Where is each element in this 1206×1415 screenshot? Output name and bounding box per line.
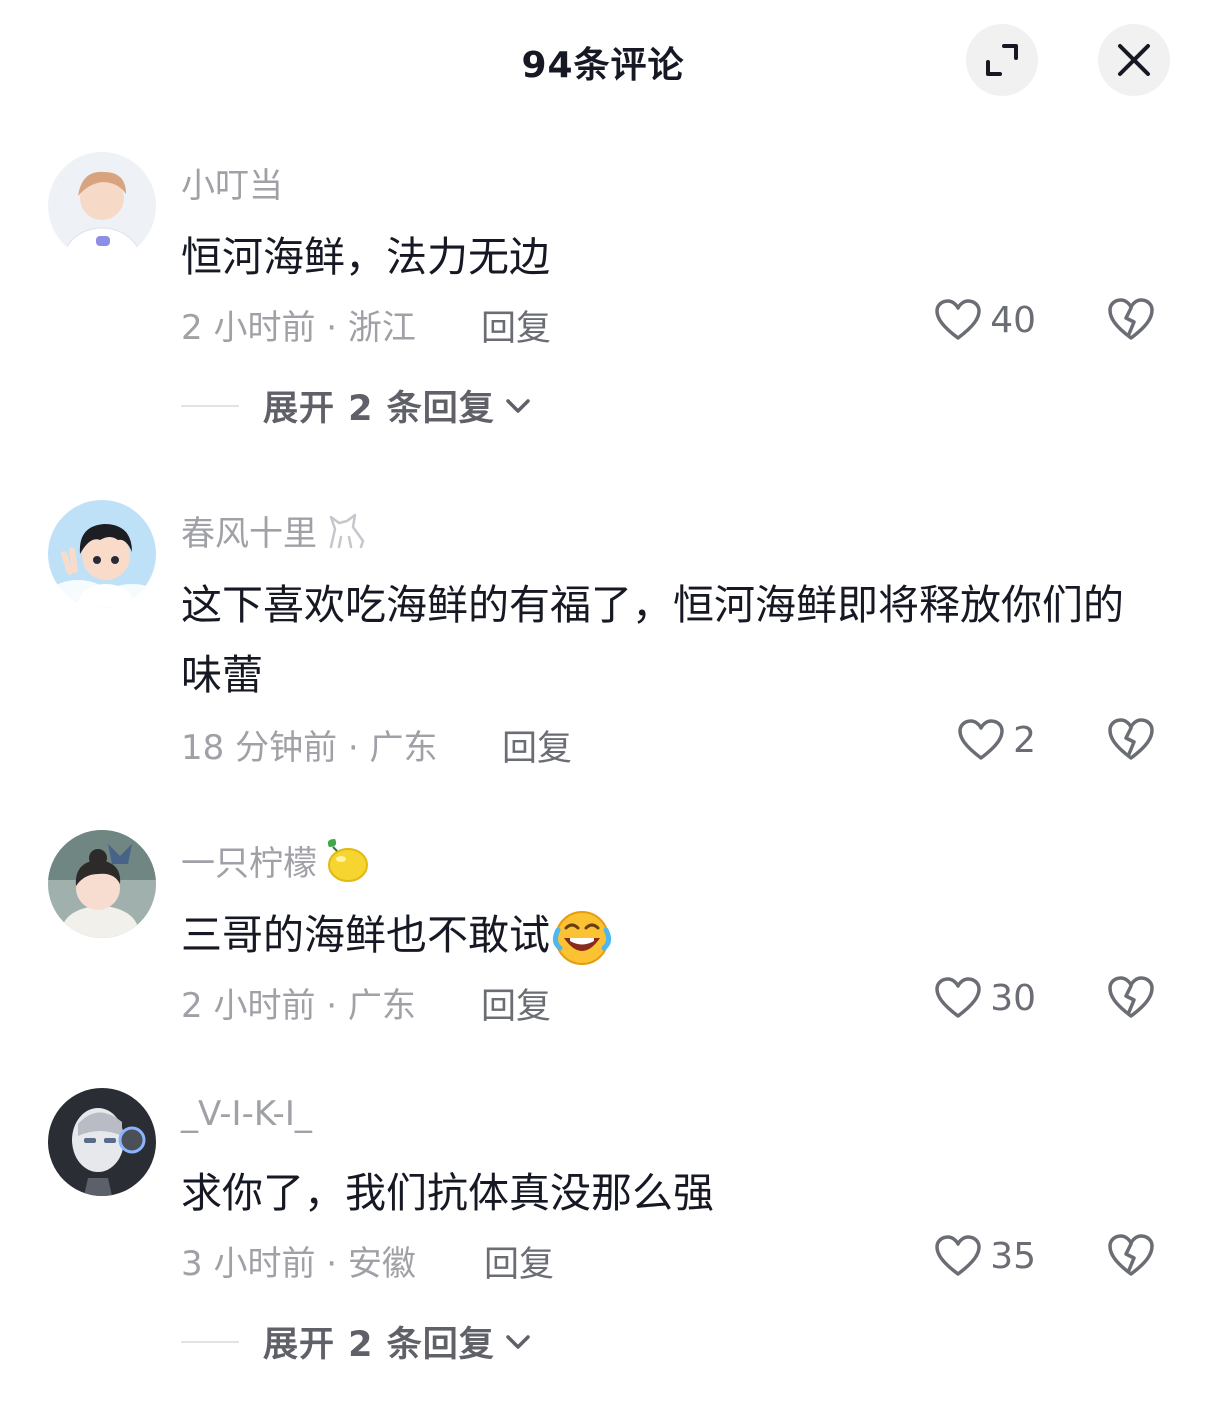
broken-heart-icon[interactable] xyxy=(1106,1232,1156,1278)
comment-meta: 2 小时前 · 广东 xyxy=(181,986,416,1026)
broken-heart-icon[interactable] xyxy=(1106,716,1156,762)
header: 94条评论 xyxy=(0,0,1206,120)
expand-replies-label: 展开 2 条回复 xyxy=(263,389,495,429)
lemon-emoji-icon xyxy=(327,838,368,882)
username-text: 一只柠檬 xyxy=(181,844,317,884)
avatar[interactable] xyxy=(48,152,156,260)
comment-meta: 18 分钟前 · 广东 xyxy=(181,728,438,768)
comment-meta: 3 小时前 · 安徽 xyxy=(181,1244,416,1284)
like-button[interactable]: 2 xyxy=(957,718,1036,762)
comment-text: 这下喜欢吃海鲜的有福了，恒河海鲜即将释放你们的味蕾 xyxy=(181,581,1124,699)
chevron-down-icon xyxy=(505,398,530,413)
close-button[interactable] xyxy=(1098,24,1170,96)
username-text: 春风十里 xyxy=(181,514,317,554)
reply-button[interactable]: 回复 xyxy=(502,720,572,771)
divider xyxy=(181,1340,239,1343)
expand-replies[interactable]: 展开 2 条回复 xyxy=(181,380,531,431)
heart-icon xyxy=(935,977,981,1018)
comments-sheet: 94条评论 小叮当 恒河海鲜，法力无边 2 小时前 · 浙江 回复 40 展开 … xyxy=(0,0,1206,1415)
like-count: 35 xyxy=(990,1235,1036,1277)
like-button[interactable]: 35 xyxy=(934,1234,1036,1278)
comment-text-content: 三哥的海鲜也不敢试 xyxy=(181,911,550,959)
reply-button[interactable]: 回复 xyxy=(484,1236,554,1287)
close-icon xyxy=(1118,44,1150,76)
username[interactable]: _V-I-K-I_ xyxy=(181,1094,312,1134)
like-count: 2 xyxy=(1013,719,1036,761)
expand-replies-label: 展开 2 条回复 xyxy=(263,1325,495,1365)
rofl-emoji-icon xyxy=(552,911,612,965)
broken-heart-icon[interactable] xyxy=(1106,974,1156,1020)
reply-button[interactable]: 回复 xyxy=(481,300,551,351)
avatar[interactable] xyxy=(48,1088,156,1196)
like-count: 30 xyxy=(990,977,1036,1019)
comment-text: 求你了，我们抗体真没那么强 xyxy=(181,1169,714,1217)
reply-button[interactable]: 回复 xyxy=(481,978,551,1029)
heart-icon xyxy=(958,719,1004,760)
comment-text: 三哥的海鲜也不敢试 xyxy=(181,900,1161,970)
like-button[interactable]: 40 xyxy=(934,298,1036,342)
broken-heart-icon[interactable] xyxy=(1106,296,1156,342)
like-button[interactable]: 30 xyxy=(934,976,1036,1020)
avatar[interactable] xyxy=(48,500,156,608)
expand-replies[interactable]: 展开 2 条回复 xyxy=(181,1316,531,1367)
expand-button[interactable] xyxy=(966,24,1038,96)
chevron-down-icon xyxy=(505,1334,530,1349)
cat-emoji-icon xyxy=(329,513,365,548)
divider xyxy=(181,404,239,407)
like-count: 40 xyxy=(990,299,1036,341)
username[interactable]: 春风十里 xyxy=(181,506,369,555)
heart-icon xyxy=(935,299,981,340)
username[interactable]: 小叮当 xyxy=(181,158,283,207)
heart-icon xyxy=(935,1235,981,1276)
avatar[interactable] xyxy=(48,830,156,938)
comment-meta: 2 小时前 · 浙江 xyxy=(181,308,416,348)
comment-text: 恒河海鲜，法力无边 xyxy=(181,233,550,281)
username[interactable]: 一只柠檬 xyxy=(181,836,371,885)
expand-icon xyxy=(986,44,1018,76)
